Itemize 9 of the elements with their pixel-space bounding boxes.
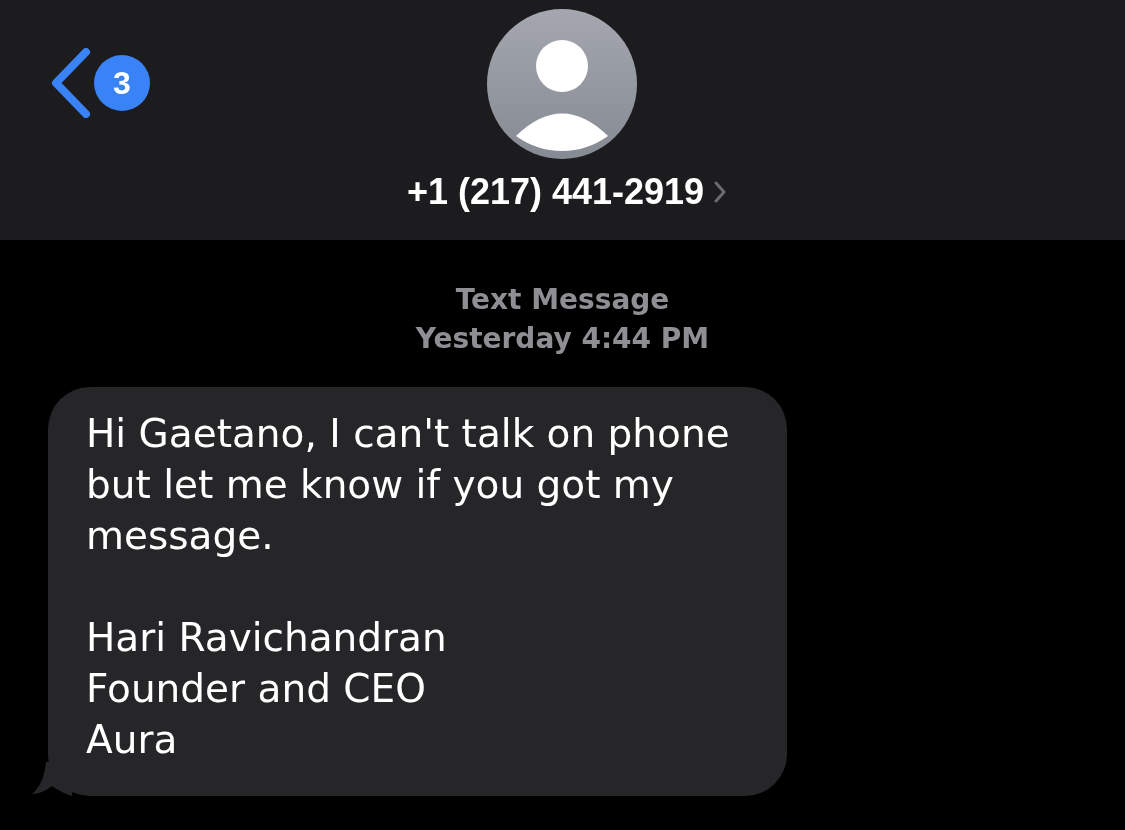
message-text: Hi Gaetano, I can't talk on phone but let me know if you got my message. Hari Ravichandran Founder and CEO Aura (86, 410, 731, 764)
message-timestamp: Yesterday 4:44 PM (415, 321, 710, 357)
chevron-right-icon (714, 181, 727, 203)
contact-button[interactable]: +1 (217) 441-2919 (398, 172, 727, 212)
back-chevron-icon (50, 48, 92, 118)
unread-count-badge: 3 (94, 55, 150, 111)
avatar-icon[interactable] (487, 9, 638, 159)
back-button[interactable] (50, 48, 92, 118)
message-service-label: Text Message (455, 282, 670, 318)
